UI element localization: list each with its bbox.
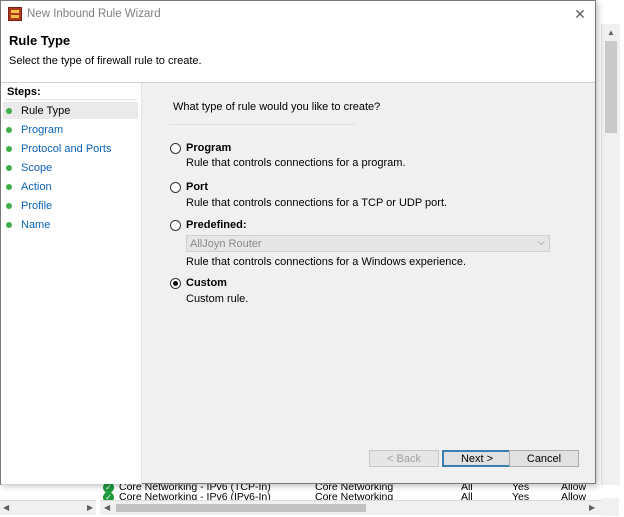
step-protocol-and-ports[interactable]: Protocol and Ports xyxy=(3,140,138,157)
scroll-left-arrow-icon[interactable]: ◀ xyxy=(104,501,110,515)
step-scope[interactable]: Scope xyxy=(3,159,138,176)
rule-type-question: What type of rule would you like to crea… xyxy=(173,101,381,113)
step-label: Name xyxy=(21,218,51,231)
page-subtitle: Select the type of firewall rule to crea… xyxy=(9,55,202,67)
scroll-left-arrow-icon[interactable]: ◀ xyxy=(3,501,9,515)
custom-radio[interactable] xyxy=(170,277,181,289)
step-label: Profile xyxy=(21,199,53,212)
close-button[interactable]: ✕ xyxy=(567,3,593,25)
predefined-radio[interactable] xyxy=(170,219,181,231)
step-bullet-icon xyxy=(6,164,12,171)
background-vertical-scrollbar[interactable]: ▲ xyxy=(601,24,620,498)
chevron-down-icon: ⌵ xyxy=(537,237,545,248)
step-bullet-icon xyxy=(6,183,12,190)
predefined-description: Rule that controls connections for a Win… xyxy=(186,256,467,268)
firewall-wall-icon xyxy=(8,7,22,21)
cancel-button[interactable]: Cancel xyxy=(509,450,579,467)
back-button[interactable]: < Back xyxy=(369,450,439,467)
custom-description: Custom rule. xyxy=(186,293,249,305)
predefined-select-value: AllJoyn Router xyxy=(190,238,262,250)
step-action[interactable]: Action xyxy=(3,178,138,195)
step-bullet-icon xyxy=(6,107,12,114)
option-port[interactable]: Port xyxy=(170,181,208,193)
step-bullet-icon xyxy=(6,126,12,133)
step-name[interactable]: Name xyxy=(3,216,138,233)
custom-label: Custom xyxy=(186,277,227,289)
program-radio[interactable] xyxy=(170,142,181,154)
next-button[interactable]: Next > xyxy=(442,450,512,467)
scrollbar-thumb[interactable] xyxy=(605,41,617,133)
predefined-label: Predefined: xyxy=(186,219,247,231)
question-divider xyxy=(169,124,355,125)
scroll-right-arrow-icon[interactable]: ▶ xyxy=(87,501,93,515)
option-custom[interactable]: Custom xyxy=(170,277,227,289)
wizard-header: Rule Type Select the type of firewall ru… xyxy=(1,28,595,82)
step-program[interactable]: Program xyxy=(3,121,138,138)
page-title: Rule Type xyxy=(9,33,71,48)
steps-heading: Steps: xyxy=(7,86,41,98)
step-profile[interactable]: Profile xyxy=(3,197,138,214)
port-label: Port xyxy=(186,181,208,193)
step-label: Program xyxy=(21,123,64,136)
port-description: Rule that controls connections for a TCP… xyxy=(186,197,448,209)
scroll-right-arrow-icon[interactable]: ▶ xyxy=(589,501,595,515)
scroll-up-arrow-icon[interactable]: ▲ xyxy=(602,24,620,41)
scrollbar-corner xyxy=(601,498,619,516)
step-bullet-icon xyxy=(6,202,12,209)
step-rule-type[interactable]: Rule Type xyxy=(3,102,138,119)
option-program[interactable]: Program xyxy=(170,142,231,154)
list-horizontal-scrollbar[interactable]: ◀ ▶ xyxy=(100,500,601,515)
program-description: Rule that controls connections for a pro… xyxy=(186,157,406,169)
steps-panel: Steps: Rule Type Program Protocol and Po… xyxy=(1,83,142,484)
steps-divider xyxy=(5,99,137,100)
step-label: Protocol and Ports xyxy=(21,142,112,155)
scrollbar-thumb[interactable] xyxy=(116,504,366,512)
option-predefined[interactable]: Predefined: xyxy=(170,219,247,231)
program-label: Program xyxy=(186,142,232,154)
step-bullet-icon xyxy=(6,221,12,228)
step-label: Action xyxy=(21,180,52,193)
left-pane-horizontal-scrollbar[interactable]: ◀ ▶ xyxy=(0,500,96,515)
title-bar[interactable]: New Inbound Rule Wizard ✕ xyxy=(1,1,595,28)
port-radio[interactable] xyxy=(170,181,181,193)
predefined-select[interactable]: AllJoyn Router ⌵ xyxy=(186,235,550,252)
step-label: Scope xyxy=(21,161,53,174)
window-title: New Inbound Rule Wizard xyxy=(27,8,161,20)
wizard-dialog: New Inbound Rule Wizard ✕ Rule Type Sele… xyxy=(0,0,596,484)
step-bullet-icon xyxy=(6,145,12,152)
step-label: Rule Type xyxy=(21,104,71,117)
